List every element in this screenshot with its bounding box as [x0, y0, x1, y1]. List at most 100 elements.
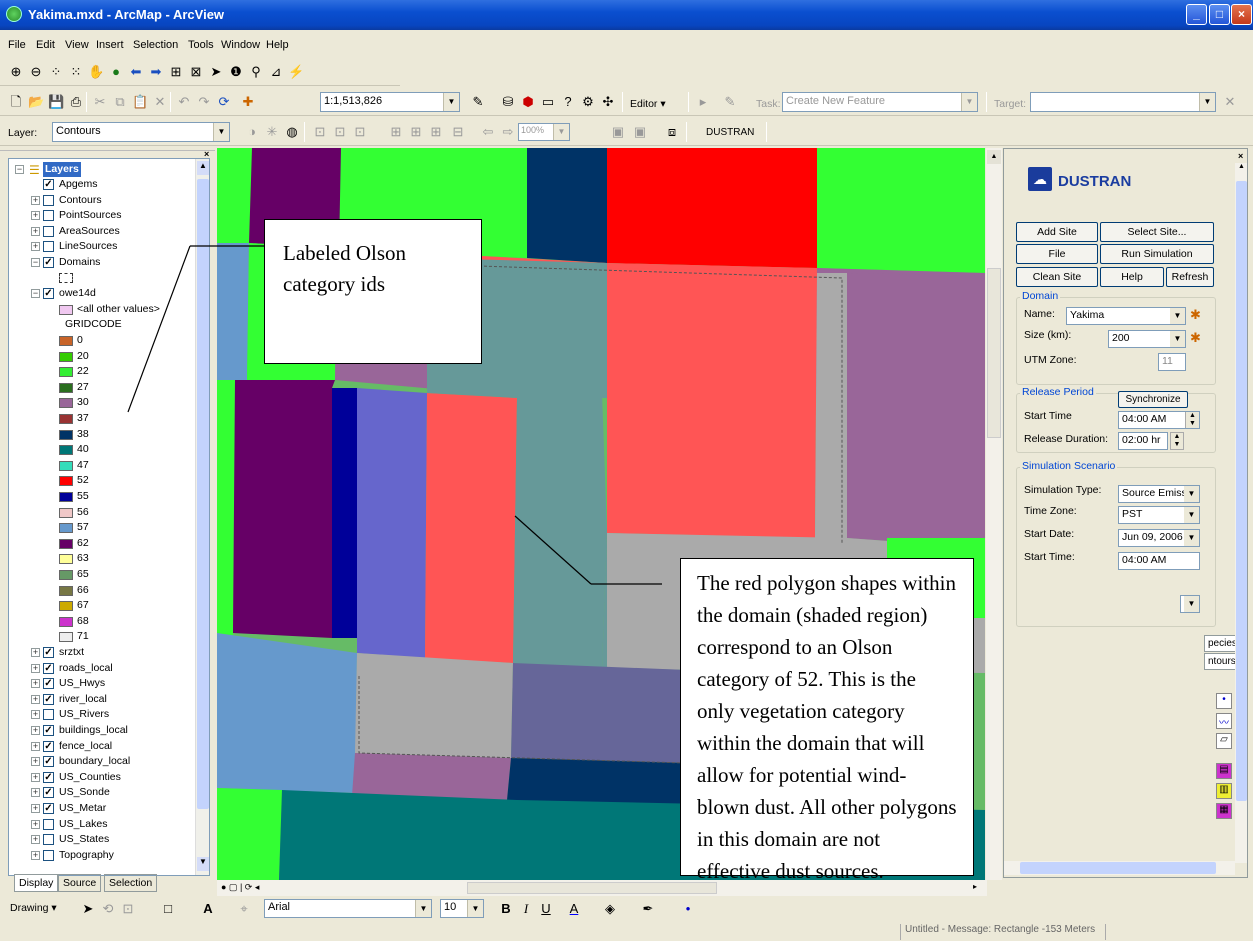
open-icon[interactable]: 📂 — [28, 94, 44, 110]
transparency-icon[interactable]: ◍ — [284, 124, 300, 140]
zoom-percent-combobox[interactable]: 100% ▼ — [518, 123, 570, 141]
back-extent-icon[interactable]: ⬅ — [128, 64, 144, 80]
layer-item[interactable]: srztxt — [59, 645, 84, 660]
marker-color-icon[interactable]: • — [680, 901, 696, 917]
add-data-icon[interactable]: ✚ — [240, 94, 256, 110]
menu-insert[interactable]: Insert — [96, 39, 124, 51]
layer-checkbox[interactable]: ✓ — [43, 803, 54, 814]
layer-item[interactable]: US_Lakes — [59, 817, 107, 832]
layer-item[interactable]: Domains — [59, 255, 100, 270]
menu-help[interactable]: Help — [266, 39, 289, 51]
grid-icon[interactable]: ⊞ — [428, 124, 444, 140]
layer-item[interactable]: Apgems — [59, 177, 98, 192]
layer-item[interactable]: US_States — [59, 832, 109, 847]
identify-icon[interactable]: ❶ — [228, 64, 244, 80]
spinner-icon[interactable]: ▲ ▼ — [1170, 432, 1184, 450]
dustran-toolbar-button[interactable]: DUSTRAN — [706, 127, 754, 138]
grid-icon[interactable]: ⊞ — [408, 124, 424, 140]
paste-icon[interactable]: 📋 — [132, 94, 148, 110]
layout-view-icon[interactable]: ● ▢ | ⟳ ◂ — [221, 882, 259, 893]
edit-vertices-icon[interactable]: ⌖ — [236, 901, 252, 917]
rectangle-icon[interactable]: □ — [160, 901, 176, 917]
expand-icon[interactable]: + — [31, 726, 40, 735]
find-icon[interactable]: ⚲ — [248, 64, 264, 80]
layer-checkbox[interactable]: ✓ — [43, 693, 54, 705]
spinner-icon[interactable]: ▲ ▼ — [1185, 412, 1199, 428]
fixed-zoom-out-icon[interactable]: ⁙ — [68, 64, 84, 80]
expand-icon[interactable]: + — [31, 850, 40, 860]
expand-icon[interactable]: + — [31, 757, 40, 767]
layer-checkbox[interactable]: ✓ — [43, 257, 54, 268]
save-icon[interactable]: 💾 — [48, 94, 64, 110]
panel-hscrollbar[interactable] — [1004, 861, 1235, 875]
minimize-button[interactable]: _ — [1186, 4, 1207, 25]
select-elements-icon[interactable]: ➤ — [80, 901, 96, 917]
print-icon[interactable]: ⎙ — [68, 94, 84, 110]
text-icon[interactable]: A — [200, 901, 216, 917]
grid-icon[interactable]: ⊞ — [388, 124, 404, 140]
layer-item[interactable]: AreaSources — [59, 224, 120, 239]
rotate-icon[interactable]: ⟲ — [100, 901, 116, 917]
menu-edit[interactable]: Edit — [36, 39, 55, 51]
scroll-thumb[interactable] — [467, 882, 717, 894]
scroll-up-icon[interactable]: ▲ — [1235, 163, 1247, 177]
zoom-resolution-icon[interactable]: ⊡ — [352, 124, 368, 140]
menu-selection[interactable]: Selection — [133, 39, 178, 51]
drawing-menu[interactable]: Drawing ▾ — [10, 902, 57, 914]
layer-checkbox[interactable] — [43, 849, 54, 861]
map-export-icon[interactable]: ▦ — [1216, 803, 1232, 819]
brightness-icon[interactable]: ✳ — [264, 124, 280, 140]
zoom-in-icon[interactable]: ⊕ — [8, 64, 24, 80]
fill-color-icon[interactable]: ◈ — [602, 901, 618, 917]
command-line-icon[interactable]: ▭ — [540, 94, 556, 110]
maximize-button[interactable]: □ — [1209, 4, 1230, 25]
resize-domain-icon[interactable]: ✱ — [1190, 330, 1201, 346]
expand-icon[interactable]: + — [31, 648, 40, 657]
layer-item[interactable]: US_Hwys — [59, 676, 105, 691]
clear-selection-icon[interactable]: ⊠ — [188, 64, 204, 80]
extension-icon[interactable]: ✣ — [600, 94, 616, 110]
start-date-select[interactable]: Jun 09, 2006 ▼ — [1118, 529, 1200, 547]
menu-window[interactable]: Window — [221, 39, 260, 51]
scroll-thumb[interactable] — [1020, 862, 1216, 874]
domain-size-select[interactable]: 200 ▼ — [1108, 330, 1186, 348]
bold-icon[interactable]: B — [498, 901, 514, 917]
layer-checkbox[interactable] — [43, 194, 54, 206]
run-simulation-button[interactable]: Run Simulation — [1100, 244, 1214, 264]
expand-icon[interactable]: + — [31, 211, 40, 221]
whats-this-icon[interactable]: ? — [560, 94, 576, 110]
edit-tool-icon[interactable]: ▸ — [695, 94, 711, 110]
layer-item[interactable]: buildings_local — [59, 723, 128, 738]
task-combobox[interactable]: Create New Feature ▼ — [782, 92, 978, 112]
back-icon[interactable]: ⇦ — [480, 124, 496, 140]
hyperlink-icon[interactable]: ⚡ — [288, 64, 304, 80]
menu-file[interactable]: File — [8, 39, 26, 51]
layers-root[interactable]: Layers — [43, 162, 81, 177]
full-extent-icon[interactable]: ● — [108, 64, 124, 80]
panel-scrollbar[interactable]: ▲ — [1235, 163, 1247, 863]
tab-selection[interactable]: Selection — [104, 874, 158, 892]
layer-item[interactable]: river_local — [59, 692, 107, 707]
tab-display[interactable]: Display — [14, 874, 59, 892]
zoom-out-icon[interactable]: ⊖ — [28, 64, 44, 80]
delete-icon[interactable]: ✕ — [152, 94, 168, 110]
layer-checkbox[interactable] — [43, 241, 54, 253]
zoom-layer-icon[interactable]: ⊡ — [312, 124, 328, 140]
layer-checkbox[interactable] — [43, 834, 54, 846]
layer-checkbox[interactable] — [43, 210, 54, 222]
scale-combobox[interactable]: 1:1,513,826 ▼ — [320, 92, 460, 112]
layer-checkbox[interactable]: ✓ — [43, 288, 54, 300]
chart-icon[interactable]: ▥ — [1216, 783, 1232, 799]
editor-toolbar-icon[interactable]: ✎ — [470, 94, 486, 110]
layer-checkbox[interactable] — [43, 709, 54, 721]
layer-checkbox[interactable]: ✓ — [43, 771, 54, 783]
line-tool-icon[interactable]: 〰 — [1216, 713, 1232, 729]
model-builder-icon[interactable]: ⚙ — [580, 94, 596, 110]
arccatalog-icon[interactable]: ⛁ — [500, 94, 516, 110]
arctoolbox-icon[interactable]: ⬢ — [520, 94, 536, 110]
synchronize-button[interactable]: Synchronize — [1118, 391, 1188, 408]
forward-icon[interactable]: ⇨ — [500, 124, 516, 140]
layer-item[interactable]: LineSources — [59, 239, 117, 254]
split-tool-icon[interactable]: ✕ — [1222, 94, 1238, 110]
file-button[interactable]: File — [1016, 244, 1098, 264]
